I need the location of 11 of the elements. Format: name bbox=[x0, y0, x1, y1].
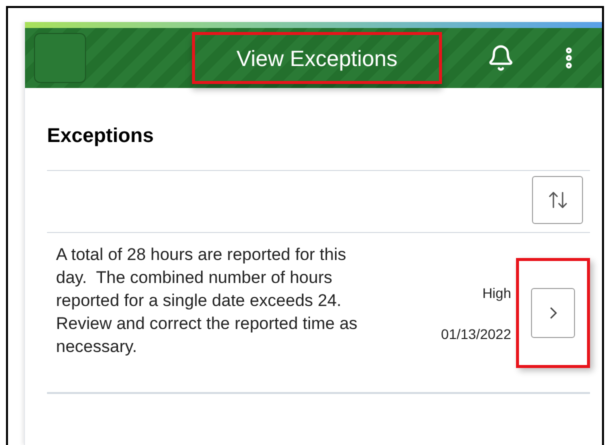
app-logo-tile[interactable] bbox=[34, 33, 86, 83]
priority-label: High bbox=[482, 284, 512, 303]
detail-button[interactable] bbox=[531, 288, 576, 338]
chevron-right-icon bbox=[550, 307, 557, 319]
sort-arrows-icon bbox=[546, 189, 568, 211]
exception-date: 01/13/2022 bbox=[441, 325, 512, 344]
sort-button[interactable] bbox=[532, 176, 583, 224]
exception-message: A total of 28 hours are reported for this day. The combined number of hours reported for a single date exceeds 24. Review and correct the reported time as necessary. bbox=[56, 244, 358, 358]
notification-bell-icon[interactable] bbox=[486, 43, 514, 73]
page-title: View Exceptions bbox=[236, 44, 398, 73]
section-heading: Exceptions bbox=[47, 126, 155, 146]
